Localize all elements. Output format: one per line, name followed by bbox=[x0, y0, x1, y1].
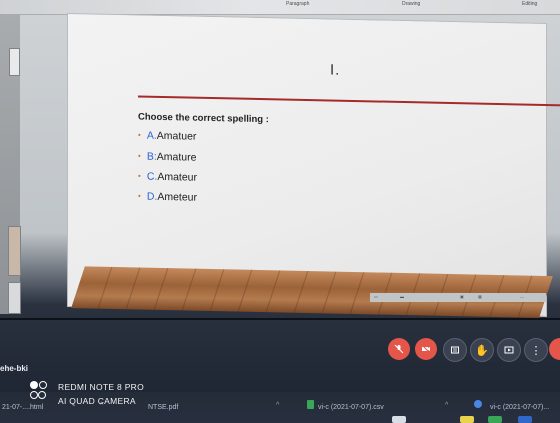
slide-thumbnail[interactable] bbox=[9, 48, 20, 76]
presentation-slide: I. Choose the correct spelling : • A.Amat… bbox=[68, 14, 560, 318]
download-item[interactable]: 21-07-....html bbox=[2, 404, 43, 411]
bullet-icon: • bbox=[138, 171, 141, 181]
taskbar-app-icon[interactable] bbox=[392, 416, 406, 423]
option-a: • A.Amatuer bbox=[138, 129, 197, 143]
slide-thumbnail[interactable] bbox=[8, 282, 21, 314]
option-letter: B: bbox=[146, 150, 157, 163]
download-item[interactable]: vi-c (2021-07-07)... bbox=[490, 404, 549, 411]
mic-muted-icon[interactable] bbox=[388, 338, 410, 360]
taskbar-app-icon[interactable] bbox=[488, 416, 502, 423]
ribbon-paragraph-label[interactable]: Paragraph bbox=[286, 1, 309, 7]
option-c: • C.Amateur bbox=[138, 170, 197, 184]
share-screen-icon[interactable] bbox=[497, 338, 521, 362]
app-ribbon: Paragraph Drawing Editing bbox=[0, 0, 560, 15]
comments-button[interactable]: ▬ bbox=[400, 294, 404, 299]
slide-thumbnail-panel bbox=[0, 14, 21, 314]
option-text: Amateur bbox=[157, 170, 197, 184]
bullet-icon: • bbox=[138, 151, 141, 161]
option-d: • D.Ameteur bbox=[138, 190, 197, 204]
view-normal-icon[interactable]: ▣ bbox=[460, 294, 464, 299]
option-text: Amature bbox=[156, 150, 197, 164]
notes-button[interactable]: ▭ bbox=[374, 294, 378, 299]
option-text: Amatuer bbox=[156, 129, 197, 143]
option-letter: A. bbox=[146, 129, 157, 142]
chevron-up-icon[interactable]: ^ bbox=[445, 402, 448, 409]
title-divider bbox=[138, 95, 560, 107]
taskbar-app-icon[interactable] bbox=[460, 416, 474, 423]
slide-thumbnail[interactable] bbox=[8, 226, 21, 276]
screen-bezel bbox=[0, 318, 560, 320]
camera-watermark-line1: REDMI NOTE 8 PRO bbox=[58, 382, 145, 392]
view-sorter-icon[interactable]: ▦ bbox=[478, 294, 482, 299]
ribbon-drawing-label[interactable]: Drawing bbox=[402, 1, 420, 7]
more-icon[interactable]: ⋮ bbox=[524, 338, 548, 362]
option-letter: D. bbox=[146, 190, 158, 203]
taskbar-app-icon[interactable] bbox=[518, 416, 532, 423]
ribbon-editing-label[interactable]: Editing bbox=[522, 1, 537, 7]
camera-watermark-line2: AI QUAD CAMERA bbox=[58, 396, 136, 406]
bullet-icon: • bbox=[138, 130, 141, 140]
option-letter: C. bbox=[146, 170, 158, 183]
raise-hand-icon[interactable]: ✋ bbox=[470, 338, 494, 362]
camera-logo-icon bbox=[30, 381, 48, 401]
participant-name: ehe-bki bbox=[0, 364, 29, 373]
option-b: • B:Amature bbox=[138, 150, 197, 164]
status-bar: ▭ ▬ ▣ ▦ — bbox=[370, 293, 546, 302]
chevron-up-icon[interactable]: ^ bbox=[276, 402, 279, 409]
option-text: Ameteur bbox=[157, 190, 197, 204]
chat-icon[interactable] bbox=[443, 338, 467, 362]
csv-file-icon bbox=[307, 400, 314, 409]
download-item[interactable]: NTSE.pdf bbox=[148, 404, 178, 411]
zoom-slider[interactable]: — bbox=[520, 294, 524, 299]
slide-title: I. bbox=[330, 61, 341, 79]
browser-file-icon bbox=[474, 400, 482, 408]
bullet-icon: • bbox=[138, 191, 141, 201]
video-off-icon[interactable] bbox=[415, 338, 437, 360]
download-item[interactable]: vi-c (2021-07-07).csv bbox=[318, 404, 384, 411]
question-text: Choose the correct spelling : bbox=[138, 111, 269, 126]
